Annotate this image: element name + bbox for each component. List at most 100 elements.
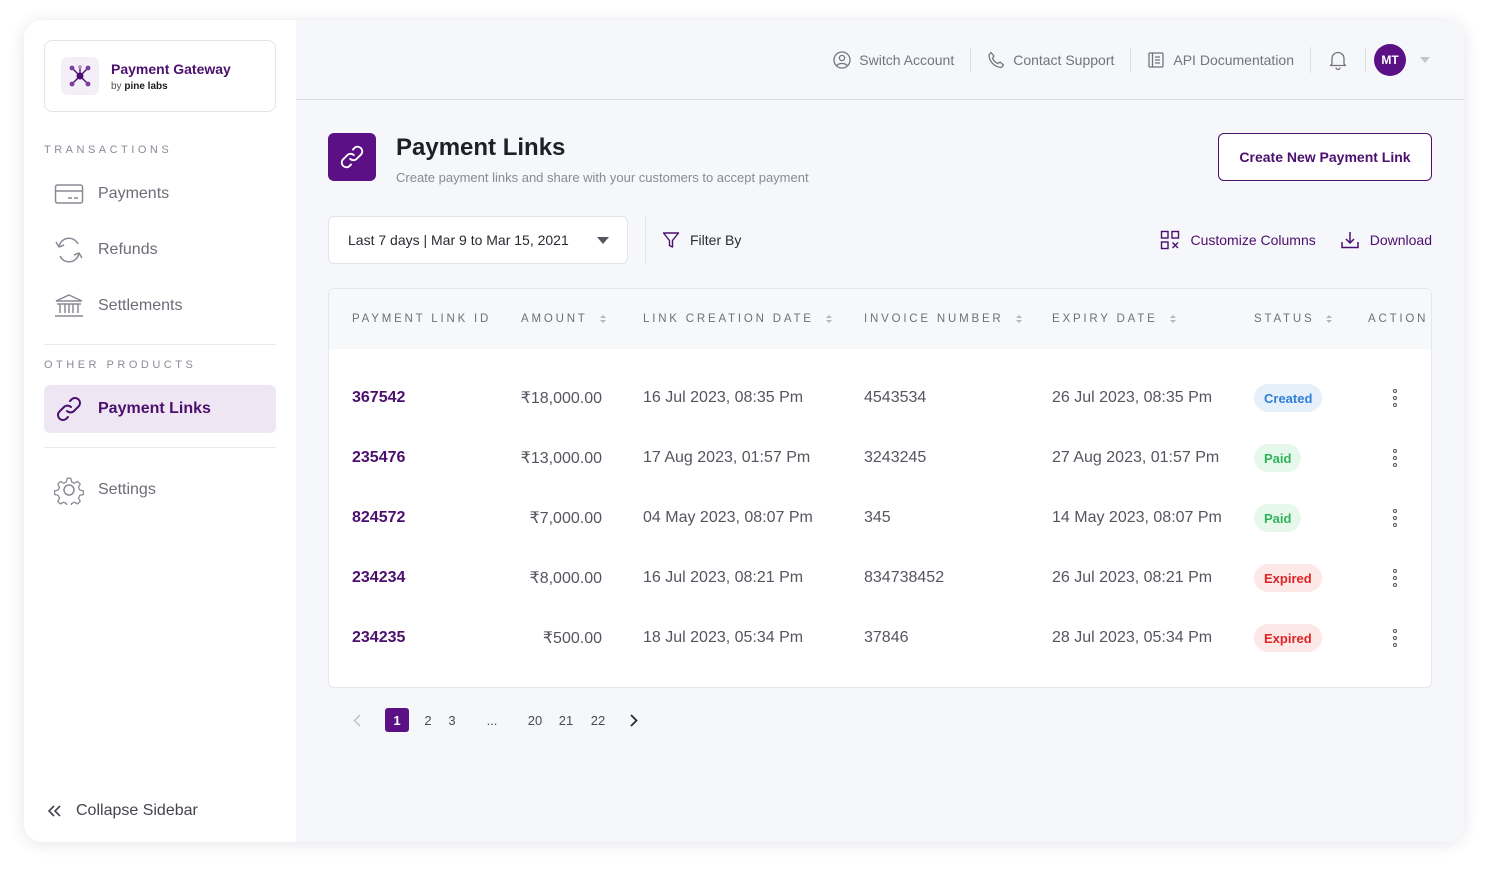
cell-link-creation-date: 04 May 2023, 08:07 Pm	[643, 509, 813, 526]
api-documentation-link[interactable]: API Documentation	[1131, 47, 1310, 73]
cell-invoice-number: 345	[864, 509, 891, 526]
kebab-menu-icon[interactable]	[1389, 565, 1401, 591]
switch-account-label: Switch Account	[859, 51, 955, 68]
transactions-section-label: TRANSACTIONS	[44, 144, 173, 156]
kebab-menu-icon[interactable]	[1389, 385, 1401, 411]
sort-icon	[825, 315, 832, 323]
cell-payment-link-id[interactable]: 235476	[352, 428, 405, 488]
column-header-label: ACTION	[1368, 313, 1429, 325]
date-range-select[interactable]: Last 7 days | Mar 9 to Mar 15, 2021	[328, 216, 628, 264]
page-button[interactable]: 2	[421, 708, 435, 732]
column-header-status[interactable]: STATUS	[1254, 289, 1333, 349]
table-row[interactable]: 234235 ₹500.00 18 Jul 2023, 05:34 Pm 37846 2…	[329, 608, 1431, 668]
sidebar-divider	[44, 344, 276, 345]
page-button[interactable]: 20	[526, 708, 544, 732]
column-header-link-creation-date[interactable]: LINK CREATION DATE	[643, 289, 832, 349]
cell-status: Expired	[1254, 608, 1322, 668]
caret-down-icon	[597, 236, 609, 244]
column-header-label: AMOUNT	[521, 313, 588, 325]
cell-invoice-number: 834738452	[864, 569, 945, 586]
page-button[interactable]: 3	[445, 708, 459, 732]
pagination-ellipsis: ...	[486, 712, 498, 728]
cell-link-creation-date: 16 Jul 2023, 08:35 Pm	[643, 389, 804, 406]
table-row[interactable]: 235476 ₹13,000.00 17 Aug 2023, 01:57 Pm 324…	[329, 428, 1431, 488]
sidebar: Payment Gateway by pine labs TRANSACTION…	[24, 20, 296, 842]
kebab-menu-icon[interactable]	[1389, 445, 1401, 471]
cell-invoice-number: 4543534	[864, 389, 927, 406]
table-body: 367542 ₹18,000.00 16 Jul 2023, 08:35 Pm 454…	[329, 349, 1431, 668]
document-icon	[1148, 51, 1165, 68]
column-header-label: INVOICE NUMBER	[864, 313, 1004, 325]
contact-support-link[interactable]: Contact Support	[971, 47, 1130, 73]
cell-expiry-date: 14 May 2023, 08:07 Pm	[1052, 509, 1222, 526]
next-page-button[interactable]	[625, 708, 643, 732]
page-title: Payment Links	[396, 134, 566, 161]
status-badge: Expired	[1254, 564, 1322, 592]
kebab-menu-icon[interactable]	[1389, 505, 1401, 531]
kebab-menu-icon[interactable]	[1389, 625, 1401, 651]
chevron-down-icon[interactable]	[1420, 56, 1430, 63]
cell-invoice-number: 3243245	[864, 449, 927, 466]
page-button[interactable]: 21	[557, 708, 575, 732]
sidebar-item-settlements[interactable]: Settlements	[44, 282, 276, 330]
customize-columns-button[interactable]: Customize Columns	[1160, 230, 1316, 250]
filter-by-label: Filter By	[690, 232, 742, 248]
table-row[interactable]: 824572 ₹7,000.00 04 May 2023, 08:07 Pm 345 1…	[329, 488, 1431, 548]
api-documentation-label: API Documentation	[1173, 51, 1294, 68]
sidebar-item-payment-links[interactable]: Payment Links	[44, 385, 276, 433]
cell-link-creation-date: 17 Aug 2023, 01:57 Pm	[643, 449, 811, 466]
sidebar-item-payments[interactable]: Payments	[44, 170, 276, 218]
column-header-amount[interactable]: AMOUNT	[521, 289, 606, 349]
avatar[interactable]: MT	[1374, 43, 1406, 76]
brand-title: Payment Gateway	[111, 60, 231, 77]
switch-account-link[interactable]: Switch Account	[817, 47, 970, 73]
double-chevron-left-icon	[48, 805, 61, 817]
notifications-button[interactable]	[1311, 47, 1365, 73]
cell-invoice-number: 37846	[864, 629, 909, 646]
column-header-expiry-date[interactable]: EXPIRY DATE	[1052, 289, 1176, 349]
download-button[interactable]: Download	[1340, 230, 1432, 250]
page-button[interactable]: 22	[589, 708, 607, 732]
sidebar-item-refunds[interactable]: Refunds	[44, 226, 276, 274]
cell-status: Paid	[1254, 428, 1302, 488]
filter-by-button[interactable]: Filter By	[662, 231, 741, 249]
cell-payment-link-id[interactable]: 367542	[352, 368, 405, 428]
brand-sub-name: pine labs	[124, 80, 168, 92]
cell-payment-link-id[interactable]: 234234	[352, 548, 405, 608]
status-badge: Paid	[1254, 504, 1302, 532]
contact-support-label: Contact Support	[1013, 51, 1115, 68]
cell-action	[1389, 608, 1401, 668]
toolbar-divider	[645, 216, 646, 264]
collapse-sidebar-button[interactable]: Collapse Sidebar	[44, 800, 198, 822]
create-new-payment-link-button[interactable]: Create New Payment Link	[1218, 133, 1432, 181]
cell-payment-link-id[interactable]: 234235	[352, 608, 405, 668]
download-icon	[1340, 232, 1359, 249]
cell-action	[1389, 428, 1401, 488]
chevron-left-icon	[353, 713, 361, 727]
cell-expiry-date: 27 Aug 2023, 01:57 Pm	[1052, 449, 1220, 466]
brand-card[interactable]: Payment Gateway by pine labs	[44, 40, 276, 112]
table-row[interactable]: 234234 ₹8,000.00 16 Jul 2023, 08:21 Pm 8347…	[329, 548, 1431, 608]
table-row[interactable]: 367542 ₹18,000.00 16 Jul 2023, 08:35 Pm 454…	[329, 368, 1431, 428]
brand-subtitle: by pine labs	[111, 81, 231, 92]
sort-icon	[1015, 315, 1022, 323]
customize-columns-label: Customize Columns	[1190, 232, 1316, 248]
network-logo-icon	[61, 57, 99, 95]
cell-action	[1389, 368, 1401, 428]
cell-status: Paid	[1254, 488, 1302, 548]
link-icon	[57, 397, 81, 421]
cell-link-creation-date: 16 Jul 2023, 08:21 Pm	[643, 569, 804, 586]
column-header-payment-link-id[interactable]: PAYMENT LINK ID	[352, 289, 491, 349]
cell-payment-link-id[interactable]: 824572	[352, 488, 405, 548]
toolbar: Last 7 days | Mar 9 to Mar 15, 2021 Filt…	[328, 216, 1432, 264]
cell-amount: ₹500.00	[542, 630, 602, 647]
previous-page-button[interactable]	[348, 708, 366, 732]
column-header-invoice-number[interactable]: INVOICE NUMBER	[864, 289, 1022, 349]
sidebar-item-settings[interactable]: Settings	[44, 466, 276, 514]
sidebar-item-label: Settings	[98, 481, 156, 498]
card-icon	[54, 184, 84, 204]
sidebar-item-label: Payments	[98, 185, 170, 202]
sort-icon	[1326, 315, 1333, 323]
page-button[interactable]: 1	[385, 708, 409, 732]
cell-amount: ₹18,000.00	[520, 390, 602, 407]
